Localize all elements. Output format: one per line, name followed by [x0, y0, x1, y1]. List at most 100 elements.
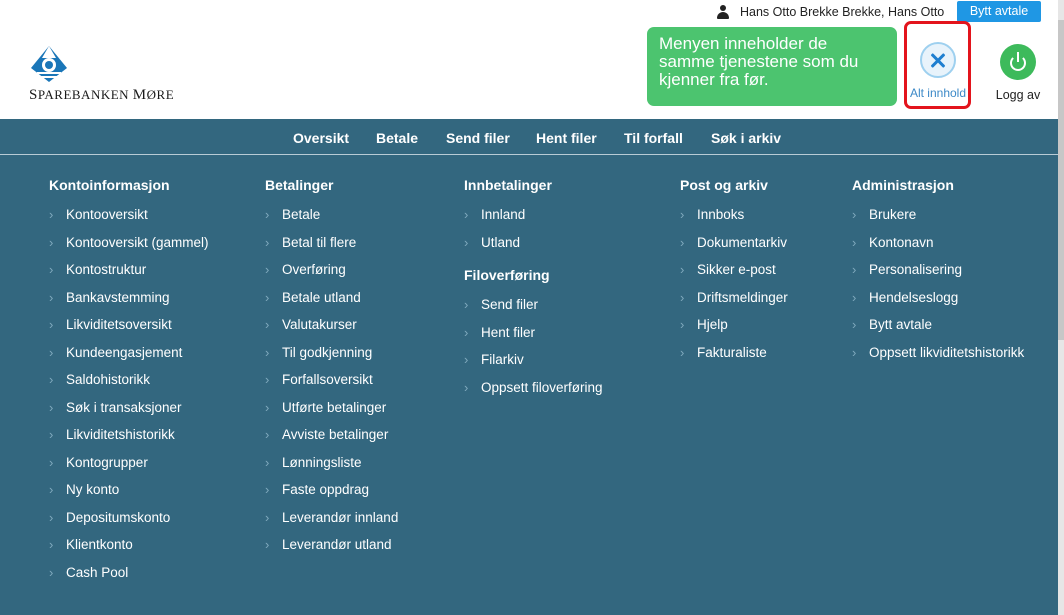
- chevron-right-icon: ›: [852, 344, 857, 360]
- menu-item[interactable]: › Likviditetsoversikt: [49, 317, 209, 345]
- all-content-button[interactable]: Alt innhold: [907, 42, 969, 100]
- help-tooltip: Menyen inneholder de samme tjenestene so…: [647, 27, 897, 106]
- menu-item[interactable]: › Sikker e-post: [680, 262, 788, 290]
- menu-item[interactable]: › Valutakurser: [265, 317, 398, 345]
- menu-list: › Send filer › Hent filer › Filarkiv › Oppse…: [464, 297, 603, 407]
- chevron-right-icon: ›: [265, 372, 270, 387]
- menu-item[interactable]: › Betal til flere: [265, 235, 398, 263]
- logout-button[interactable]: Logg av: [992, 44, 1044, 102]
- nav-send-filer[interactable]: Send filer: [446, 130, 510, 146]
- menu-item[interactable]: › Brukere: [852, 207, 1024, 235]
- menu-item[interactable]: › Saldohistorikk: [49, 372, 209, 400]
- menu-item[interactable]: › Hendelseslogg: [852, 290, 1024, 318]
- menu-item[interactable]: › Innland: [464, 207, 603, 235]
- section-title: Post og arkiv: [680, 177, 768, 193]
- menu-item[interactable]: › Leverandør innland: [265, 510, 398, 538]
- menu-item[interactable]: › Kundeengasjement: [49, 345, 209, 373]
- menu-item[interactable]: › Dokumentarkiv: [680, 235, 788, 263]
- menu-item[interactable]: › Filarkiv: [464, 352, 603, 380]
- section-title: Kontoinformasjon: [49, 177, 170, 193]
- switch-agreement-button[interactable]: Bytt avtale: [957, 1, 1041, 22]
- chevron-right-icon: ›: [49, 454, 54, 470]
- menu-item[interactable]: › Kontooversikt (gammel): [49, 235, 209, 263]
- menu-item[interactable]: › Kontonavn: [852, 235, 1024, 263]
- menu-item[interactable]: › Likviditetshistorikk: [49, 427, 209, 455]
- nav-oversikt[interactable]: Oversikt: [293, 130, 349, 146]
- chevron-right-icon: ›: [265, 317, 270, 332]
- menu-item[interactable]: › Depositumskonto: [49, 510, 209, 538]
- menu-list: › Innboks › Dokumentarkiv › Sikker e-post ›…: [680, 207, 788, 372]
- menu-item[interactable]: › Søk i transaksjoner: [49, 400, 209, 428]
- chevron-right-icon: ›: [852, 207, 857, 222]
- menu-item[interactable]: › Avviste betalinger: [265, 427, 398, 455]
- logo-text: SPAREBANKEN MØRE: [29, 87, 175, 103]
- chevron-right-icon: ›: [852, 234, 857, 250]
- chevron-right-icon: ›: [680, 207, 685, 222]
- menu-item[interactable]: › Bytt avtale: [852, 317, 1024, 345]
- menu-item[interactable]: › Lønningsliste: [265, 455, 398, 483]
- nav-betale[interactable]: Betale: [376, 130, 418, 146]
- menu-item[interactable]: › Leverandør utland: [265, 537, 398, 565]
- chevron-right-icon: ›: [49, 399, 54, 415]
- scrollbar-thumb[interactable]: [1058, 20, 1064, 340]
- nav-hent-filer[interactable]: Hent filer: [536, 130, 597, 146]
- chevron-right-icon: ›: [49, 509, 54, 525]
- chevron-right-icon: ›: [852, 289, 857, 305]
- close-icon: [920, 42, 956, 78]
- chevron-right-icon: ›: [852, 317, 857, 332]
- chevron-right-icon: ›: [265, 399, 270, 415]
- menu-item[interactable]: › Driftsmeldinger: [680, 290, 788, 318]
- chevron-right-icon: ›: [265, 454, 270, 470]
- user-name: Hans Otto Brekke Brekke, Hans Otto: [740, 5, 945, 19]
- nav-til-forfall[interactable]: Til forfall: [624, 130, 683, 146]
- chevron-right-icon: ›: [464, 352, 469, 367]
- chevron-right-icon: ›: [464, 207, 469, 222]
- menu-item[interactable]: › Betale: [265, 207, 398, 235]
- menu-item[interactable]: › Kontogrupper: [49, 455, 209, 483]
- chevron-right-icon: ›: [49, 234, 54, 250]
- menu-item[interactable]: › Personalisering: [852, 262, 1024, 290]
- chevron-right-icon: ›: [464, 324, 469, 340]
- menu-item[interactable]: › Klientkonto: [49, 537, 209, 565]
- logout-label: Logg av: [995, 88, 1041, 102]
- menu-item[interactable]: › Fakturaliste: [680, 345, 788, 373]
- chevron-right-icon: ›: [49, 482, 54, 497]
- menu-item[interactable]: › Innboks: [680, 207, 788, 235]
- menu-item[interactable]: › Send filer: [464, 297, 603, 325]
- menu-item[interactable]: › Kontooversikt: [49, 207, 209, 235]
- menu-item[interactable]: › Betale utland: [265, 290, 398, 318]
- menu-item[interactable]: › Faste oppdrag: [265, 482, 398, 510]
- menu-item[interactable]: › Utførte betalinger: [265, 400, 398, 428]
- chevron-right-icon: ›: [265, 207, 270, 222]
- menu-item[interactable]: › Bankavstemming: [49, 290, 209, 318]
- top-header: Hans Otto Brekke Brekke, Hans Otto Bytt …: [0, 0, 1064, 119]
- menu-item[interactable]: › Cash Pool: [49, 565, 209, 593]
- chevron-right-icon: ›: [680, 234, 685, 250]
- section-title: Administrasjon: [852, 177, 954, 193]
- menu-column-betalinger: Betalinger › Betale › Betal til flere › Ove…: [265, 177, 398, 565]
- menu-item[interactable]: › Overføring: [265, 262, 398, 290]
- main-nav: Oversikt Betale Send filer Hent filer Ti…: [0, 119, 1058, 155]
- chevron-right-icon: ›: [49, 427, 54, 442]
- menu-item[interactable]: › Hjelp: [680, 317, 788, 345]
- menu-item[interactable]: › Oppsett likviditetshistorikk: [852, 345, 1024, 373]
- nav-sok-i-arkiv[interactable]: Søk i arkiv: [711, 130, 781, 146]
- menu-item[interactable]: › Forfallsoversikt: [265, 372, 398, 400]
- chevron-right-icon: ›: [680, 317, 685, 332]
- bank-logo[interactable]: SPAREBANKEN MØRE: [28, 44, 174, 104]
- menu-item[interactable]: › Utland: [464, 235, 603, 263]
- menu-column-post-og-arkiv: Post og arkiv › Innboks › Dokumentarkiv › S…: [680, 177, 788, 372]
- menu-item[interactable]: › Til godkjenning: [265, 345, 398, 373]
- scrollbar[interactable]: [1058, 0, 1064, 615]
- section-title: Betalinger: [265, 177, 334, 193]
- chevron-right-icon: ›: [464, 379, 469, 395]
- chevron-right-icon: ›: [680, 344, 685, 360]
- menu-list: › Brukere › Kontonavn › Personalisering › He…: [852, 207, 1024, 372]
- chevron-right-icon: ›: [464, 297, 469, 312]
- menu-item[interactable]: › Kontostruktur: [49, 262, 209, 290]
- menu-list: › Innland › Utland: [464, 207, 603, 262]
- section-title: Innbetalinger: [464, 177, 552, 193]
- menu-item[interactable]: › Oppsett filoverføring: [464, 380, 603, 408]
- menu-item[interactable]: › Hent filer: [464, 325, 603, 353]
- menu-item[interactable]: › Ny konto: [49, 482, 209, 510]
